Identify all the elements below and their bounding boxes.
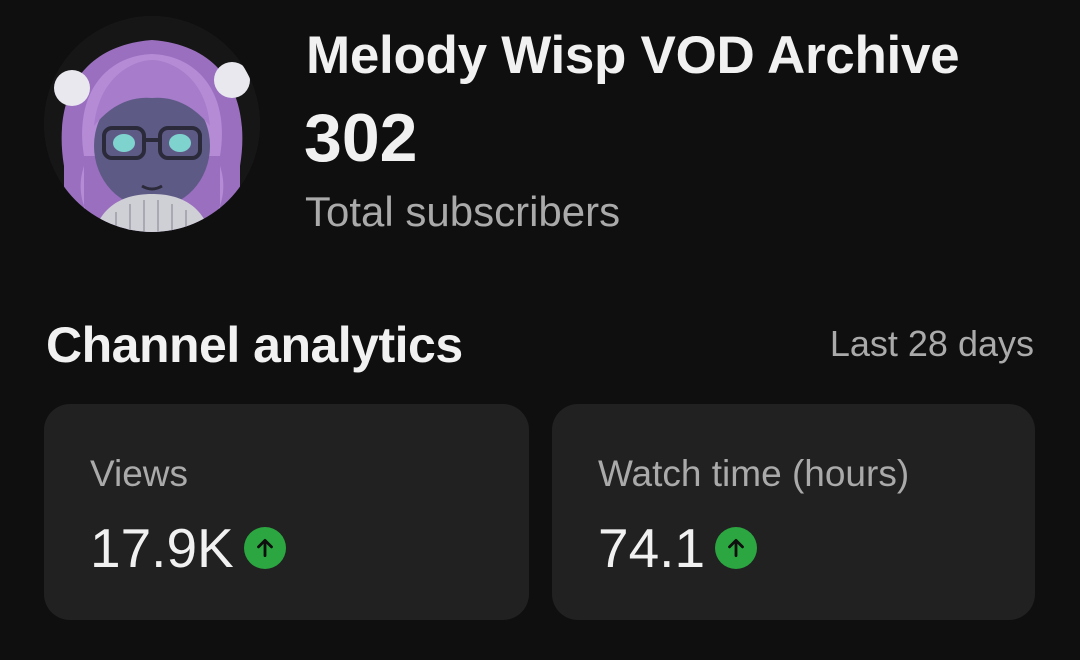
subscriber-label: Total subscribers — [305, 188, 621, 235]
watch-time-label: Watch time (hours) — [598, 453, 910, 494]
watch-time-stat-card[interactable]: Watch time (hours) 74.1 — [552, 404, 1035, 620]
watch-time-value: 74.1 — [598, 517, 706, 579]
avatar-illustration — [44, 16, 260, 232]
views-value-row: 17.9K — [90, 516, 286, 580]
arrow-up-icon — [715, 527, 758, 569]
date-range-label[interactable]: Last 28 days — [830, 322, 1034, 366]
views-stat-card[interactable]: Views 17.9K — [44, 404, 529, 620]
channel-analytics-title: Channel analytics — [46, 317, 463, 373]
watch-time-value-row: 74.1 — [598, 516, 758, 580]
views-value: 17.9K — [90, 517, 234, 579]
arrow-up-icon — [243, 527, 286, 569]
channel-name: Melody Wisp VOD Archive — [306, 26, 960, 85]
views-label: Views — [90, 453, 189, 494]
channel-analytics-page: Melody Wisp VOD Archive 302 Total subscr… — [0, 0, 1080, 660]
channel-avatar[interactable] — [44, 16, 260, 232]
subscriber-count: 302 — [304, 100, 418, 176]
